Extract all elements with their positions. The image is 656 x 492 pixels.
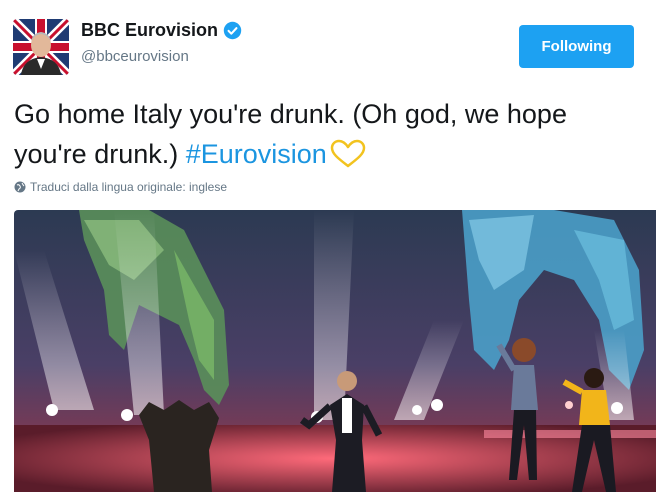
account-name-row[interactable]: BBC Eurovision — [81, 20, 242, 41]
stage-photo — [14, 210, 656, 492]
account-name[interactable]: BBC Eurovision — [81, 20, 218, 41]
globe-icon — [14, 181, 26, 193]
translate-label[interactable]: Traduci dalla lingua originale: inglese — [30, 180, 227, 194]
tweet-photo[interactable] — [14, 210, 656, 492]
yellow-heart-icon — [330, 139, 366, 168]
tweet-text: Go home Italy you're drunk. (Oh god, we … — [14, 94, 634, 174]
avatar[interactable] — [13, 19, 69, 75]
verified-badge-icon — [223, 21, 242, 40]
following-button[interactable]: Following — [519, 25, 634, 68]
translate-link[interactable]: Traduci dalla lingua originale: inglese — [14, 180, 227, 194]
account-handle[interactable]: @bbceurovision — [81, 48, 189, 65]
user-avatar-icon — [13, 19, 69, 75]
hashtag-link[interactable]: #Eurovision — [186, 139, 327, 169]
